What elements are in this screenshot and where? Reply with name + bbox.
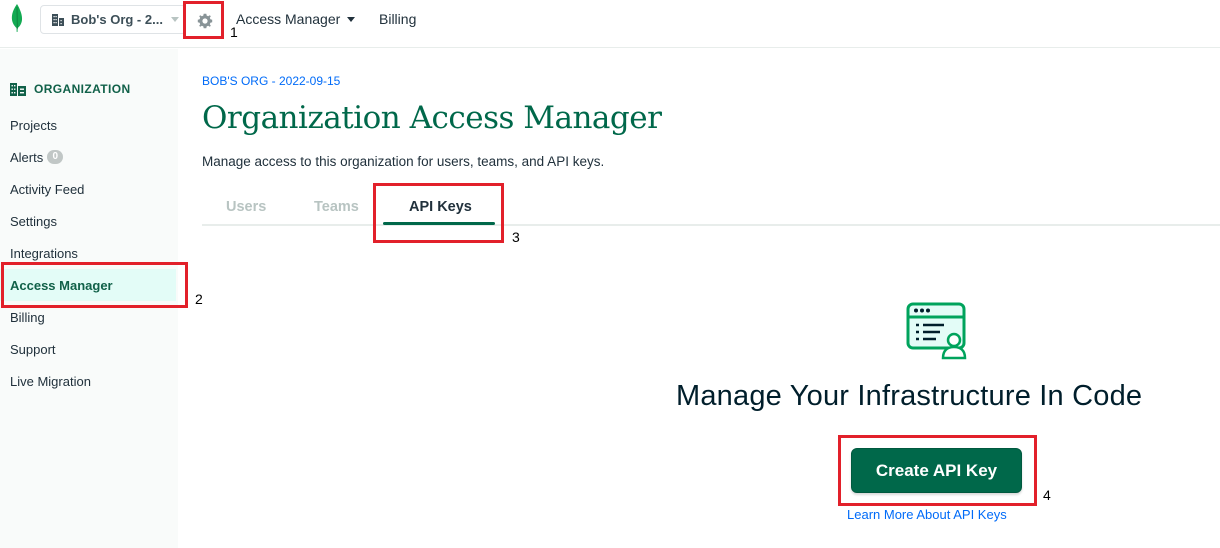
tab-teams[interactable]: Teams <box>314 199 359 215</box>
sidebar-item-label: Activity Feed <box>10 181 85 197</box>
highlight-box-2 <box>1 262 188 308</box>
chevron-down-icon <box>171 17 179 22</box>
sidebar-item-settings[interactable]: Settings <box>0 205 178 237</box>
mongodb-leaf-logo[interactable] <box>8 3 26 33</box>
sidebar-item-label: Integrations <box>10 245 78 261</box>
sidebar-section-header: ORGANIZATION <box>10 82 131 96</box>
page-title: Organization Access Manager <box>202 100 662 136</box>
breadcrumb[interactable]: BOB'S ORG - 2022-09-15 <box>202 74 340 88</box>
org-selector-label: Bob's Org - 2... <box>71 12 163 27</box>
sidebar-item-label: Support <box>10 341 56 357</box>
sidebar-item-alerts[interactable]: Alerts 0 <box>0 141 178 173</box>
sidebar-item-label: Live Migration <box>10 373 91 389</box>
sidebar-item-label: Billing <box>10 309 45 325</box>
sidebar-item-label: Alerts <box>10 149 44 165</box>
empty-state-title: Manage Your Infrastructure In Code <box>676 380 1143 412</box>
annotation-number-4: 4 <box>1043 487 1051 503</box>
highlight-box-3 <box>373 183 504 243</box>
learn-more-link[interactable]: Learn More About API Keys <box>847 507 1007 522</box>
api-browser-user-icon <box>906 302 967 360</box>
nav-billing[interactable]: Billing <box>379 11 416 27</box>
nav-billing-label: Billing <box>379 11 417 27</box>
building-icon <box>52 13 64 26</box>
caret-down-icon <box>347 16 356 22</box>
org-selector[interactable]: Bob's Org - 2... <box>40 5 186 34</box>
sidebar-item-activity-feed[interactable]: Activity Feed <box>0 173 178 205</box>
annotation-number-3: 3 <box>512 229 520 245</box>
sidebar-item-projects[interactable]: Projects <box>0 109 178 141</box>
tabs-divider <box>202 224 1220 226</box>
page-description: Manage access to this organization for u… <box>202 154 605 169</box>
highlight-box-1 <box>183 1 224 39</box>
annotation-number-2: 2 <box>195 291 203 307</box>
sidebar-item-live-migration[interactable]: Live Migration <box>0 365 178 397</box>
sidebar-item-support[interactable]: Support <box>0 333 178 365</box>
sidebar-item-label: Settings <box>10 213 57 229</box>
alerts-count-badge: 0 <box>47 150 64 164</box>
nav-access-manager[interactable]: Access Manager <box>236 11 356 27</box>
building-icon <box>10 83 26 96</box>
nav-access-manager-label: Access Manager <box>236 11 341 27</box>
sidebar-item-label: Projects <box>10 117 57 133</box>
tab-users[interactable]: Users <box>226 199 266 215</box>
highlight-box-4 <box>838 435 1037 506</box>
annotation-number-1: 1 <box>230 24 238 40</box>
sidebar-section-title: ORGANIZATION <box>34 82 131 96</box>
